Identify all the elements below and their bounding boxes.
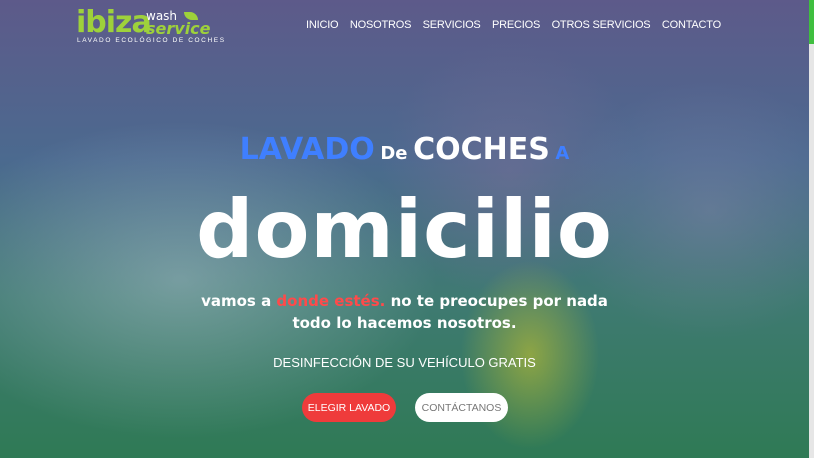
scrollbar-thumb[interactable] [809,0,814,44]
nav-item-contacto[interactable]: CONTACTO [662,19,721,31]
tagline-highlight: donde estés. [276,292,386,310]
promo-text: DESINFECCIÓN DE SU VEHÍCULO GRATIS [273,355,536,370]
headline-word-lavado: LAVADO [239,132,375,167]
logo-tagline: LAVADO ECOLÓGICO DE COCHES [77,37,226,44]
logo-service: service [146,19,211,38]
main-nav: INICIO NOSOTROS SERVICIOS PRECIOS OTROS … [306,19,721,31]
nav-item-inicio[interactable]: INICIO [306,19,339,31]
nav-item-precios[interactable]: PRECIOS [492,19,540,31]
page-scrollbar[interactable] [809,0,814,458]
choose-wash-button[interactable]: ELEGIR LAVADO [302,393,396,422]
nav-item-servicios[interactable]: SERVICIOS [423,19,481,31]
headline-word-a: A [555,143,570,164]
headline-word-de: De [380,143,408,164]
hero-tagline: vamos a donde estés. no te preocupes por… [0,290,809,334]
hero-headline-domicilio: DOMICILIO [196,183,613,276]
contact-us-button[interactable]: CONTÁCTANOS [415,393,508,422]
hero-headline-line1: LAVADO De COCHES A [0,132,809,167]
tagline-part2: no te preocupes por nada [385,292,608,310]
nav-item-nosotros[interactable]: NOSOTROS [350,19,412,31]
hero-background: ibiza wash service LAVADO ECOLÓGICO DE C… [0,0,809,458]
headline-word-coches: COCHES [413,132,550,167]
tagline-part1: vamos a [201,292,277,310]
logo-brand: ibiza [76,5,152,40]
site-logo[interactable]: ibiza wash service LAVADO ECOLÓGICO DE C… [76,5,224,46]
background-car-shape [0,120,440,440]
tagline-line2: todo lo hacemos nosotros. [292,314,517,332]
nav-item-otros-servicios[interactable]: OTROS SERVICIOS [552,19,651,31]
